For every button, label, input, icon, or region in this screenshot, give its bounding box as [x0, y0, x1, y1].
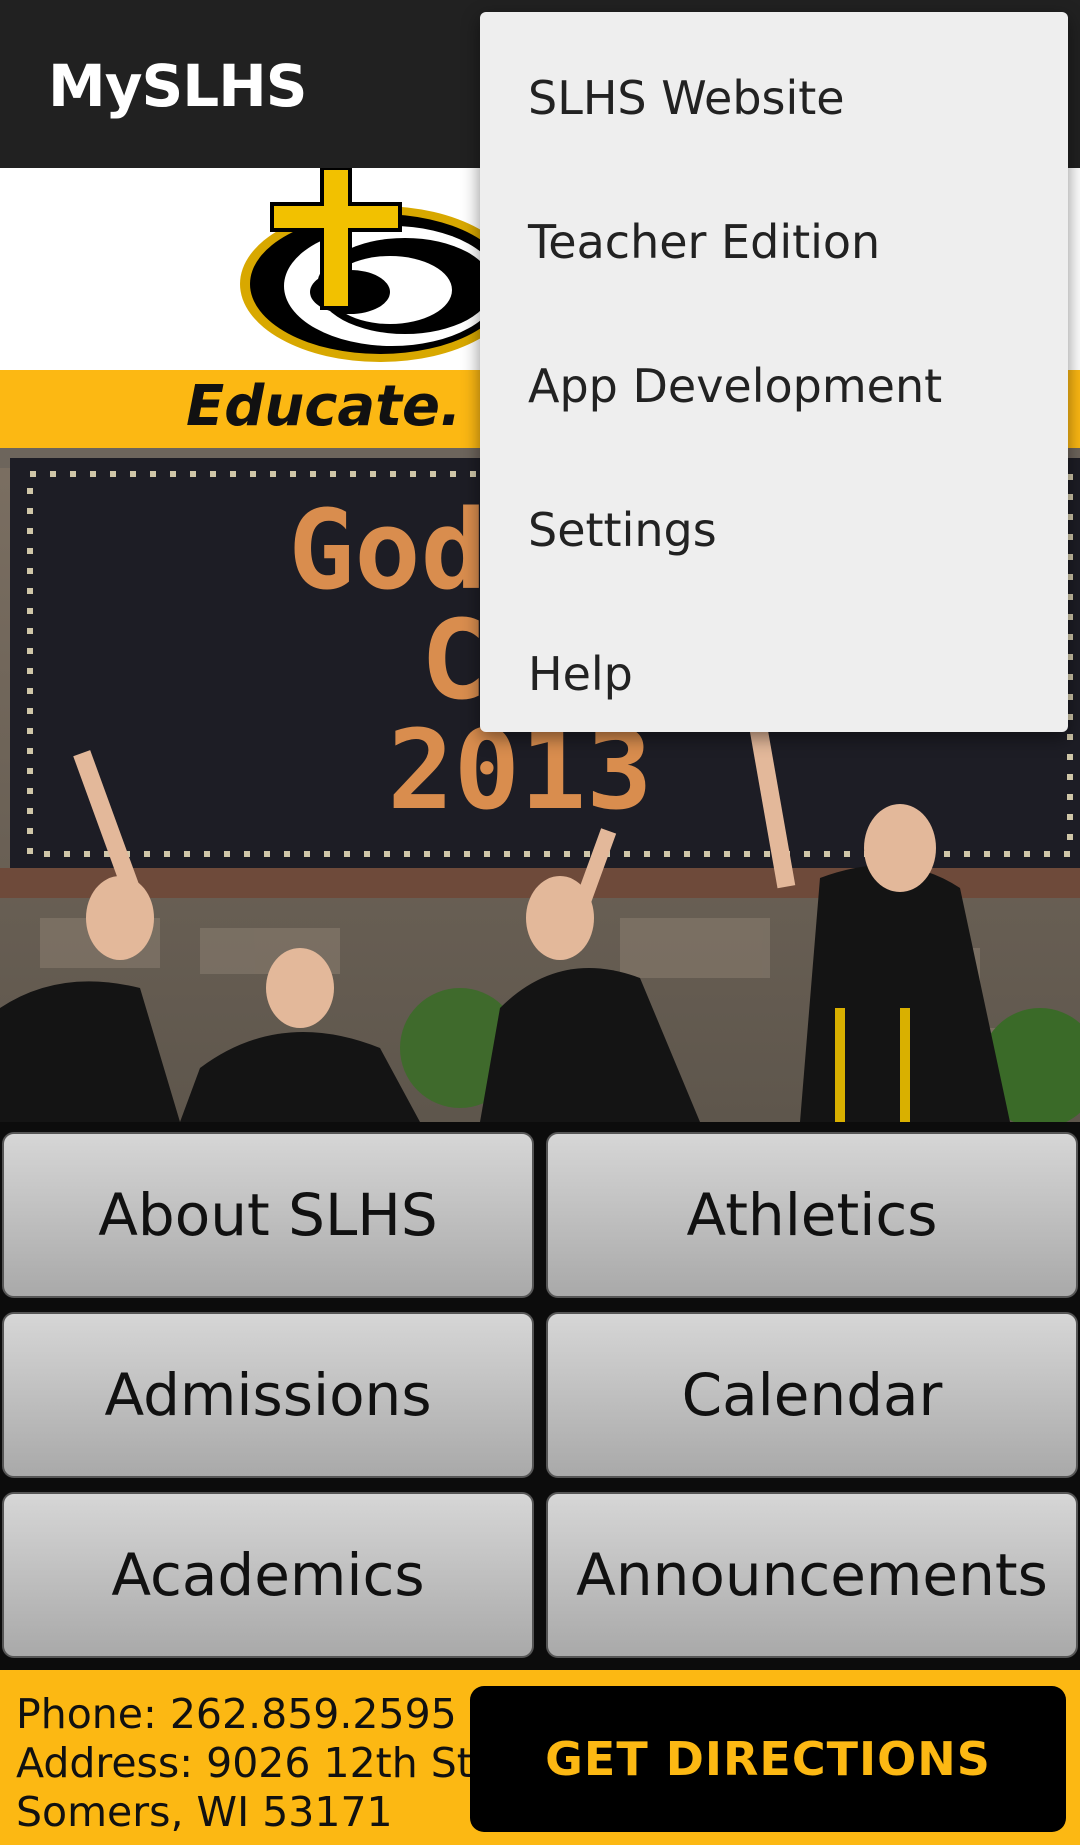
nav-button-grid: About SLHS Athletics Admissions Calendar…: [0, 1122, 1080, 1670]
menu-item-teacher-edition[interactable]: Teacher Edition: [480, 170, 1068, 314]
calendar-button[interactable]: Calendar: [546, 1312, 1078, 1478]
admissions-button[interactable]: Admissions: [2, 1312, 534, 1478]
contact-info: Phone: 262.859.2595 Address: 9026 12th S…: [16, 1690, 486, 1837]
menu-item-slhs-website[interactable]: SLHS Website: [480, 26, 1068, 170]
phone-text: Phone: 262.859.2595: [16, 1690, 457, 1738]
app-title: MySLHS: [48, 52, 308, 120]
announcements-button[interactable]: Announcements: [546, 1492, 1078, 1658]
athletics-button[interactable]: Athletics: [546, 1132, 1078, 1298]
menu-item-app-development[interactable]: App Development: [480, 314, 1068, 458]
contact-footer: Phone: 262.859.2595 Address: 9026 12th S…: [0, 1670, 1080, 1845]
city-text: Somers, WI 53171: [16, 1788, 393, 1836]
menu-item-settings[interactable]: Settings: [480, 458, 1068, 602]
overflow-menu: SLHS Website Teacher Edition App Develop…: [480, 12, 1068, 732]
academics-button[interactable]: Academics: [2, 1492, 534, 1658]
menu-item-help[interactable]: Help: [480, 602, 1068, 746]
address-text: Address: 9026 12th St.: [16, 1739, 486, 1787]
get-directions-button[interactable]: GET DIRECTIONS: [470, 1686, 1066, 1832]
about-slhs-button[interactable]: About SLHS: [2, 1132, 534, 1298]
